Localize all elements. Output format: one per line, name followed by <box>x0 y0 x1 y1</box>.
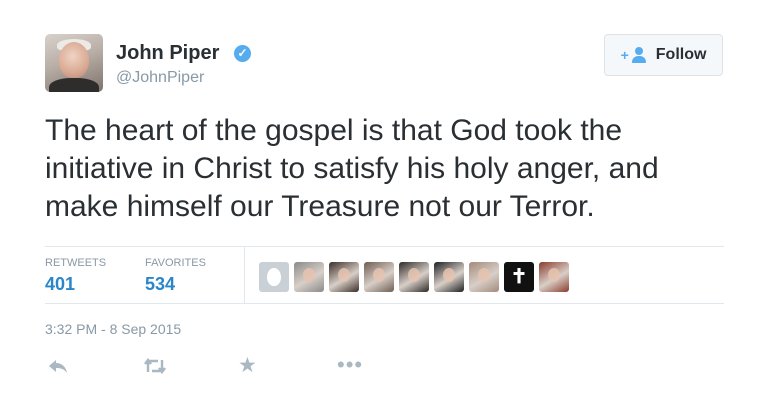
stats-divider-bottom <box>45 303 724 304</box>
face-shape <box>478 268 490 282</box>
photo-avatar[interactable] <box>469 262 499 292</box>
retweets-count[interactable]: 401 <box>45 274 75 295</box>
photo-avatar[interactable] <box>399 262 429 292</box>
face-shape <box>373 268 385 282</box>
retweet-icon[interactable] <box>143 358 167 379</box>
default-egg-avatar[interactable] <box>259 262 289 292</box>
photo-avatar[interactable] <box>364 262 394 292</box>
cross-avatar[interactable]: ✝ <box>504 262 534 292</box>
face-shape <box>548 268 560 282</box>
stats-divider-top <box>45 246 724 247</box>
face-shape <box>408 268 420 282</box>
follow-button-label: Follow <box>655 46 707 63</box>
author-name[interactable]: John Piper <box>116 42 219 65</box>
star-icon[interactable]: ★ <box>238 355 257 377</box>
author-avatar[interactable] <box>45 34 103 92</box>
avatar-face <box>59 42 89 78</box>
retweets-label: RETWEETS <box>45 257 107 269</box>
more-icon[interactable]: ••• <box>337 352 363 378</box>
favoriters-row: ✝ <box>259 262 569 292</box>
author-handle[interactable]: @JohnPiper <box>116 69 204 87</box>
photo-avatar[interactable] <box>294 262 324 292</box>
favorites-label: FAVORITES <box>145 257 206 269</box>
tweet-text: The heart of the gospel is that God took… <box>45 114 659 223</box>
avatar-shoulders <box>49 78 99 92</box>
photo-avatar[interactable] <box>329 262 359 292</box>
follow-button[interactable]: + Follow <box>604 34 723 76</box>
reply-icon[interactable] <box>48 358 68 379</box>
face-shape <box>338 268 350 282</box>
plus-icon: + <box>620 47 629 63</box>
photo-avatar[interactable] <box>539 262 569 292</box>
face-shape <box>443 268 455 282</box>
tweet-timestamp[interactable]: 3:32 PM - 8 Sep 2015 <box>45 321 181 337</box>
add-user-icon <box>631 47 647 63</box>
verified-badge-icon: ✓ <box>234 45 251 62</box>
face-shape <box>303 268 315 282</box>
photo-avatar[interactable] <box>434 262 464 292</box>
favorites-count[interactable]: 534 <box>145 274 175 295</box>
stats-divider-vertical <box>244 246 245 303</box>
